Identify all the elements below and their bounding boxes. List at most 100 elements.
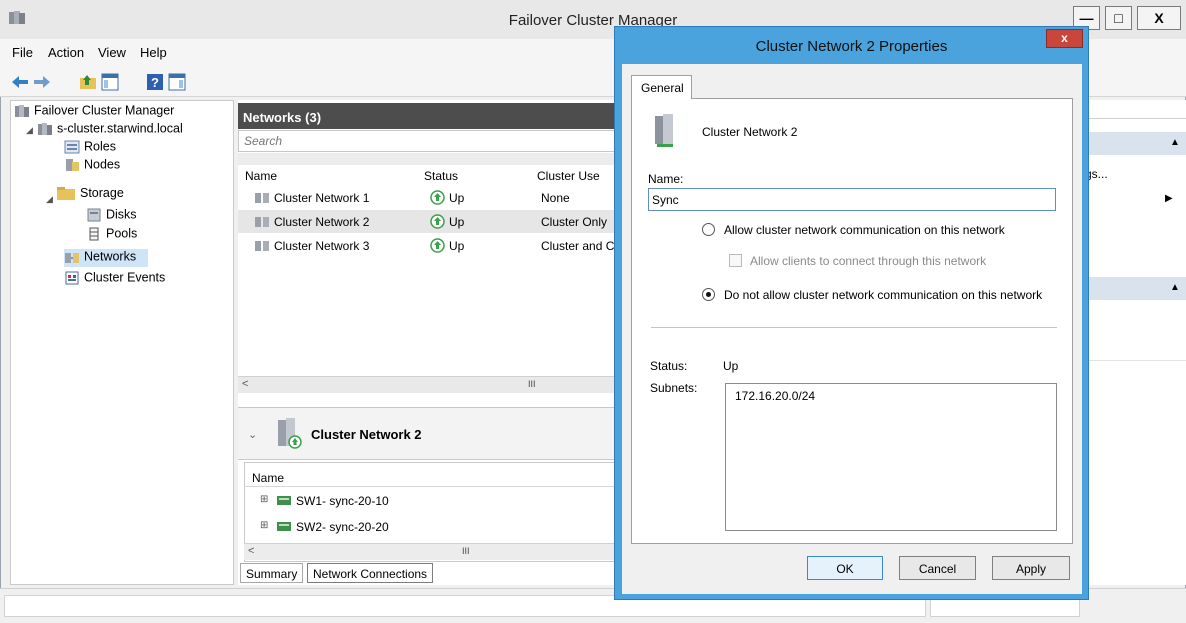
forward-arrow-icon[interactable] [32, 72, 52, 92]
tree-label: Storage [80, 186, 124, 200]
maximize-button[interactable]: □ [1105, 6, 1132, 30]
horizontal-scrollbar[interactable]: < III [238, 376, 618, 393]
tree-item-cluster[interactable]: s-cluster.starwind.local [37, 121, 183, 139]
cell-status: Up [449, 239, 465, 253]
tree-item-root[interactable]: Failover Cluster Manager [14, 103, 174, 121]
list-item[interactable]: SW2- sync-20-20 [296, 520, 389, 534]
scroll-thumb[interactable]: III [528, 379, 536, 389]
scroll-thumb[interactable]: III [462, 546, 470, 556]
name-label: Name: [648, 172, 684, 186]
show-hide-tree-icon[interactable] [100, 72, 120, 92]
collapse-up-icon[interactable]: ▲ [1170, 137, 1180, 148]
tree-label: Cluster Events [84, 270, 166, 285]
tree-item-nodes[interactable]: Nodes [64, 157, 120, 175]
chevron-down-icon[interactable]: ⌄ [248, 428, 257, 441]
cluster-icon [38, 122, 52, 135]
ok-button[interactable]: OK [807, 556, 883, 580]
tab-summary[interactable]: Summary [240, 563, 304, 583]
tree-label: Networks [84, 249, 137, 264]
tab-general[interactable]: General [631, 75, 692, 99]
tree-label: Disks [106, 207, 137, 222]
tree-label: Pools [106, 226, 138, 241]
name-input[interactable]: Sync [648, 188, 1056, 211]
horizontal-scrollbar[interactable]: < III [244, 543, 618, 560]
column-header-name[interactable]: Name [252, 471, 284, 485]
tree-item-roles[interactable]: Roles [64, 139, 116, 157]
navigation-tree [10, 100, 234, 585]
expand-plus-icon[interactable]: ⊞ [260, 494, 268, 505]
dialog-close-button[interactable]: x [1046, 29, 1083, 48]
detail-title: Cluster Network 2 [311, 427, 422, 442]
subnets-list[interactable]: 172.16.20.0/24 [725, 383, 1057, 531]
table-row[interactable]: Cluster Network 2 Up Cluster Only [238, 210, 618, 233]
subnet-item: 172.16.20.0/24 [735, 389, 816, 403]
collapse-up-icon[interactable]: ▲ [1170, 282, 1180, 293]
radio-allow-communication[interactable] [702, 223, 715, 236]
tree-item-pools[interactable]: Pools [86, 226, 137, 244]
network-large-icon [278, 418, 302, 449]
status-value: Up [723, 359, 739, 373]
actions-section-header[interactable]: ▲ [1082, 277, 1186, 300]
status-up-icon [430, 190, 445, 205]
status-up-icon [430, 214, 445, 229]
cell-cluster-use: None [541, 191, 570, 205]
tree-label: Failover Cluster Manager [34, 103, 175, 118]
tree-item-storage[interactable]: Storage [56, 185, 124, 203]
tree-label: s-cluster.starwind.local [57, 121, 183, 136]
up-folder-icon[interactable] [78, 72, 98, 92]
menu-help[interactable]: Help [140, 45, 167, 60]
table-row[interactable]: Cluster Network 1 Up None [238, 186, 618, 209]
cell-cluster-use: Cluster Only [541, 215, 608, 229]
table-row[interactable]: Cluster Network 3 Up Cluster and Cl [238, 234, 618, 257]
tree-label: Roles [84, 139, 116, 154]
menu-view[interactable]: View [98, 45, 126, 60]
column-header-status[interactable]: Status [424, 169, 458, 183]
tree-item-disks[interactable]: Disks [86, 207, 137, 225]
cancel-button[interactable]: Cancel [899, 556, 976, 580]
network-large-icon [655, 114, 673, 147]
scroll-left-icon[interactable]: < [242, 378, 248, 390]
status-up-icon [430, 238, 445, 253]
networks-icon [65, 252, 79, 263]
search-input[interactable]: Search [238, 130, 618, 152]
help-icon[interactable]: ? [145, 72, 165, 92]
close-button[interactable]: X [1137, 6, 1181, 30]
tree-item-networks[interactable]: Networks [64, 249, 148, 267]
networks-header: Networks (3) [238, 103, 618, 129]
network-icon [255, 193, 269, 203]
checkbox-allow-clients[interactable] [729, 254, 742, 267]
network-name-label: Cluster Network 2 [702, 125, 798, 139]
column-header-name[interactable]: Name [245, 169, 277, 183]
menu-file[interactable]: File [12, 45, 33, 60]
radio-allow-label: Allow cluster network communication on t… [724, 223, 1005, 237]
nodes-icon [66, 158, 79, 171]
tab-network-connections[interactable]: Network Connections [307, 563, 434, 583]
show-hide-action-pane-icon[interactable] [167, 72, 187, 92]
network-adapter-icon [277, 522, 291, 531]
status-label: Status: [650, 359, 688, 373]
expand-plus-icon[interactable]: ⊞ [260, 520, 268, 531]
cell-status: Up [449, 191, 465, 205]
actions-section-header[interactable]: ▲ [1082, 132, 1186, 155]
column-header-cluster-use[interactable]: Cluster Use [537, 169, 600, 183]
radio-deny-label: Do not allow cluster network communicati… [724, 288, 1043, 302]
network-adapter-icon [277, 496, 291, 505]
network-icon [255, 241, 269, 251]
radio-deny-communication[interactable] [702, 288, 715, 301]
cluster-events-icon [65, 271, 79, 285]
collapse-arrow-icon[interactable]: ◢ [46, 194, 53, 205]
cell-cluster-use: Cluster and Cl [541, 239, 618, 253]
cell-name: Cluster Network 3 [274, 239, 370, 253]
menu-action[interactable]: Action [48, 45, 84, 60]
tree-item-cluster-events[interactable]: Cluster Events [64, 270, 165, 288]
list-item[interactable]: SW1- sync-20-10 [296, 494, 389, 508]
dialog-title: Cluster Network 2 Properties [755, 38, 948, 55]
cell-status: Up [449, 215, 465, 229]
back-arrow-icon[interactable] [10, 72, 30, 92]
apply-button[interactable]: Apply [992, 556, 1070, 580]
submenu-arrow-icon[interactable]: ▶ [1165, 193, 1173, 204]
scroll-left-icon[interactable]: < [248, 545, 254, 557]
network-icon [255, 217, 269, 227]
separator [651, 327, 1057, 328]
collapse-arrow-icon[interactable]: ◢ [26, 125, 33, 136]
